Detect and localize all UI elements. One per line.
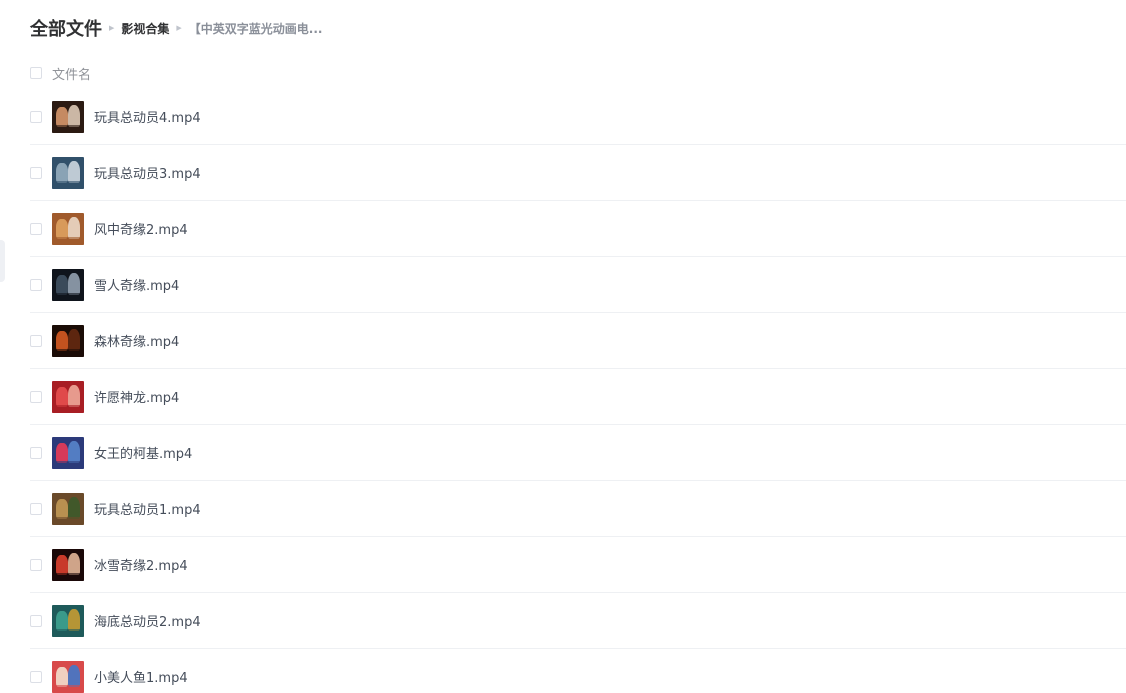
file-name[interactable]: 森林奇缘.mp4 xyxy=(94,331,179,350)
file-name[interactable]: 雪人奇缘.mp4 xyxy=(94,275,179,294)
file-row[interactable]: 风中奇缘2.mp4 xyxy=(30,201,1126,257)
file-name[interactable]: 小美人鱼1.mp4 xyxy=(94,667,188,686)
file-row[interactable]: 雪人奇缘.mp4 xyxy=(30,257,1126,313)
video-thumbnail[interactable] xyxy=(52,548,84,581)
file-checkbox[interactable] xyxy=(30,334,42,347)
file-row[interactable]: 小美人鱼1.mp4 xyxy=(30,649,1126,693)
file-row[interactable]: 玩具总动员1.mp4 xyxy=(30,481,1126,537)
filename-column-header[interactable]: 文件名 xyxy=(52,64,91,83)
video-thumbnail[interactable] xyxy=(52,492,84,525)
select-all-checkbox[interactable] xyxy=(30,67,42,79)
file-name[interactable]: 玩具总动员4.mp4 xyxy=(94,107,201,126)
file-checkbox[interactable] xyxy=(30,502,42,515)
file-checkbox[interactable] xyxy=(30,278,42,291)
file-checkbox[interactable] xyxy=(30,390,42,403)
file-browser: 全部文件 ▶ 影视合集 ▶ 【中英双字蓝光动画电... 文件名 玩具总动员4.m… xyxy=(0,0,1126,693)
breadcrumb-root[interactable]: 全部文件 xyxy=(30,15,102,41)
video-thumbnail[interactable] xyxy=(52,660,84,693)
file-name[interactable]: 玩具总动员1.mp4 xyxy=(94,499,201,518)
file-row[interactable]: 森林奇缘.mp4 xyxy=(30,313,1126,369)
file-name[interactable]: 女王的柯基.mp4 xyxy=(94,443,192,462)
video-thumbnail[interactable] xyxy=(52,324,84,357)
video-thumbnail[interactable] xyxy=(52,212,84,245)
file-name[interactable]: 冰雪奇缘2.mp4 xyxy=(94,555,188,574)
video-thumbnail[interactable] xyxy=(52,604,84,637)
file-checkbox[interactable] xyxy=(30,558,42,571)
video-thumbnail[interactable] xyxy=(52,156,84,189)
file-row[interactable]: 许愿神龙.mp4 xyxy=(30,369,1126,425)
breadcrumb-separator-icon: ▶ xyxy=(176,24,182,32)
file-row[interactable]: 冰雪奇缘2.mp4 xyxy=(30,537,1126,593)
video-thumbnail[interactable] xyxy=(52,380,84,413)
breadcrumb-folder[interactable]: 影视合集 xyxy=(121,20,169,37)
file-row[interactable]: 玩具总动员3.mp4 xyxy=(30,145,1126,201)
list-header: 文件名 xyxy=(30,62,91,84)
file-checkbox[interactable] xyxy=(30,446,42,459)
file-row[interactable]: 海底总动员2.mp4 xyxy=(30,593,1126,649)
breadcrumb-current: 【中英双字蓝光动画电... xyxy=(188,21,323,36)
file-checkbox[interactable] xyxy=(30,614,42,627)
breadcrumb: 全部文件 ▶ 影视合集 ▶ 【中英双字蓝光动画电... xyxy=(30,14,322,42)
sidebar-collapse-handle[interactable] xyxy=(0,240,5,282)
breadcrumb-separator-icon: ▶ xyxy=(109,24,115,32)
video-thumbnail[interactable] xyxy=(52,100,84,133)
file-checkbox[interactable] xyxy=(30,222,42,235)
file-name[interactable]: 许愿神龙.mp4 xyxy=(94,387,179,406)
video-thumbnail[interactable] xyxy=(52,268,84,301)
file-checkbox[interactable] xyxy=(30,166,42,179)
file-list: 玩具总动员4.mp4 玩具总动员3.mp4 风中奇缘2.mp4 雪人奇缘.mp4 森林奇… xyxy=(30,89,1126,693)
file-row[interactable]: 玩具总动员4.mp4 xyxy=(30,89,1126,145)
file-checkbox[interactable] xyxy=(30,110,42,123)
file-name[interactable]: 风中奇缘2.mp4 xyxy=(94,219,188,238)
file-row[interactable]: 女王的柯基.mp4 xyxy=(30,425,1126,481)
file-name[interactable]: 海底总动员2.mp4 xyxy=(94,611,201,630)
video-thumbnail[interactable] xyxy=(52,436,84,469)
file-checkbox[interactable] xyxy=(30,670,42,683)
file-name[interactable]: 玩具总动员3.mp4 xyxy=(94,163,201,182)
